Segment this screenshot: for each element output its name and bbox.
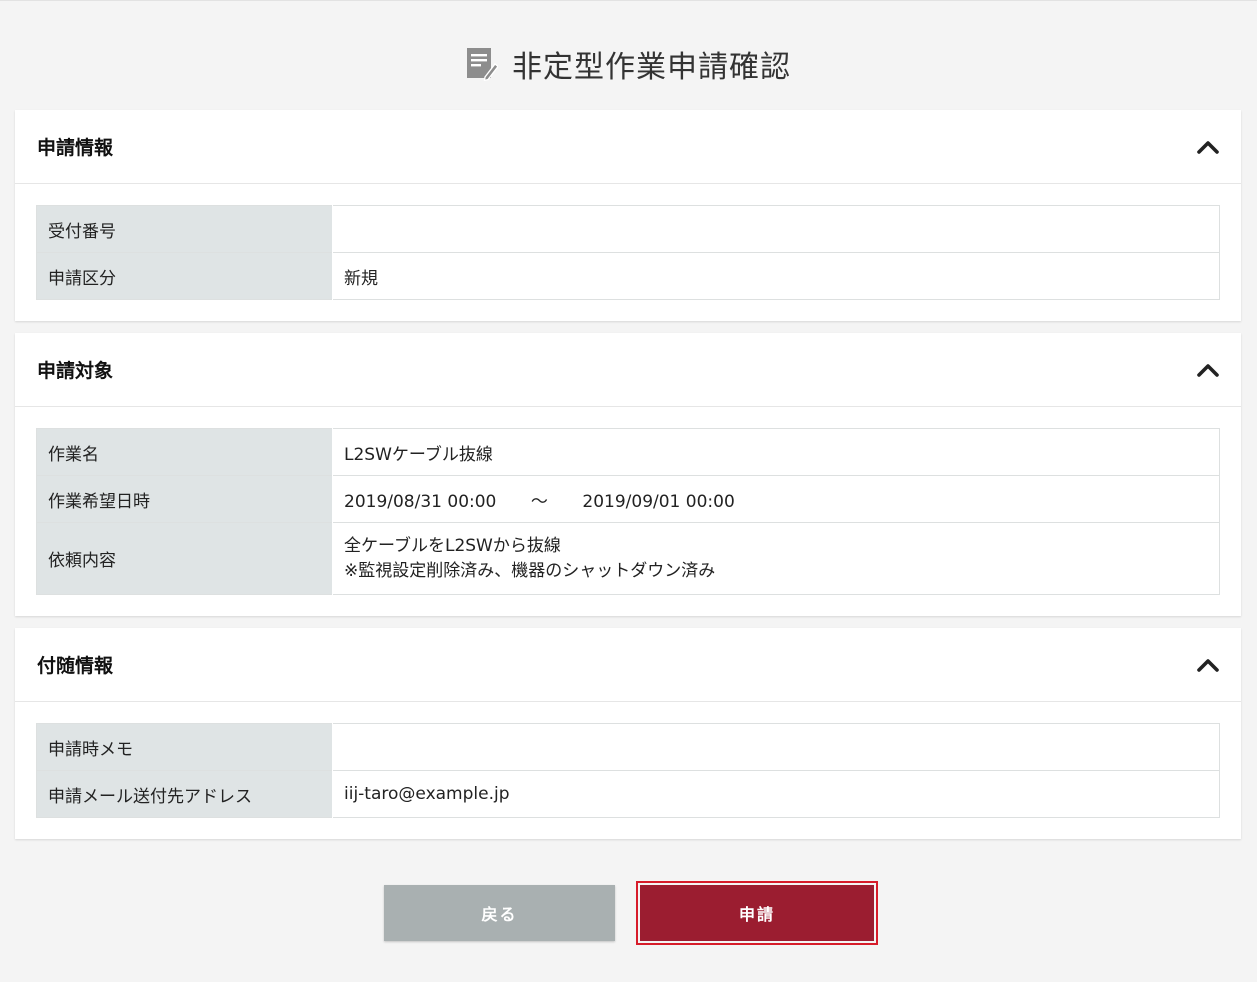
end-datetime: 2019/09/01 00:00 [582, 491, 735, 512]
info-table: 作業名 L2SWケーブル抜線 作業希望日時 2019/08/31 00:00 ～ 2… [36, 428, 1220, 595]
table-row: 申請時メモ [36, 723, 1220, 771]
work-name-value: L2SWケーブル抜線 [344, 444, 493, 465]
info-table: 申請時メモ 申請メール送付先アドレス iij-taro@example.jp [36, 723, 1220, 818]
chevron-up-icon[interactable] [1195, 652, 1221, 678]
start-datetime: 2019/08/31 00:00 [344, 491, 497, 512]
section-title: 申請対象 [37, 360, 114, 382]
row-label: 受付番号 [36, 205, 333, 253]
desired-datetime-value: 2019/08/31 00:00 ～ 2019/09/01 00:00 [332, 475, 1220, 523]
row-label: 依頼内容 [36, 522, 333, 595]
table-row: 申請メール送付先アドレス iij-taro@example.jp [36, 770, 1220, 818]
section-header: 申請情報 [15, 110, 1241, 184]
row-label: 申請区分 [36, 252, 333, 300]
section-application-info: 申請情報 受付番号 申請区分 新規 [15, 110, 1241, 321]
table-row: 受付番号 [36, 205, 1220, 253]
section-header: 付随情報 [15, 628, 1241, 702]
action-buttons: 戻る 申請 [0, 881, 1257, 945]
row-label: 作業希望日時 [36, 475, 333, 523]
section-supplementary-info: 付随情報 申請時メモ 申請メール送付先アドレス iij-taro@example… [15, 628, 1241, 839]
section-application-target: 申請対象 作業名 L2SWケーブル抜線 作業希望日時 2019/08/31 00… [15, 333, 1241, 616]
page-header: 非定型作業申請確認 [0, 1, 1257, 109]
row-label: 作業名 [36, 428, 333, 476]
chevron-up-icon[interactable] [1195, 357, 1221, 383]
range-separator: ～ [530, 491, 548, 512]
document-edit-icon [467, 48, 498, 81]
table-row: 作業希望日時 2019/08/31 00:00 ～ 2019/09/01 00:00 [36, 475, 1220, 523]
request-content-line: 全ケーブルをL2SWから抜線 [344, 535, 561, 556]
email-address-value: iij-taro@example.jp [332, 770, 1220, 818]
request-content-value: 全ケーブルをL2SWから抜線 ※監視設定削除済み、機器のシャットダウン済み [332, 522, 1220, 595]
apply-button[interactable]: 申請 [640, 885, 874, 941]
section-header: 申請対象 [15, 333, 1241, 407]
row-label: 申請時メモ [36, 723, 333, 771]
application-type-value: 新規 [332, 252, 1220, 300]
back-button[interactable]: 戻る [384, 885, 615, 941]
receipt-number-value [333, 206, 1220, 253]
section-title: 申請情報 [37, 137, 114, 159]
chevron-up-icon[interactable] [1195, 134, 1221, 160]
page-title: 非定型作業申請確認 [512, 50, 791, 85]
apply-button-focus-ring: 申請 [636, 881, 878, 945]
table-row: 作業名 L2SWケーブル抜線 [36, 428, 1220, 476]
section-title: 付随情報 [37, 655, 114, 677]
request-content-line: ※監視設定削除済み、機器のシャットダウン済み [344, 560, 716, 581]
table-row: 申請区分 新規 [36, 252, 1220, 300]
table-row: 依頼内容 全ケーブルをL2SWから抜線 ※監視設定削除済み、機器のシャットダウン… [36, 522, 1220, 595]
memo-value [333, 724, 1220, 771]
info-table: 受付番号 申請区分 新規 [36, 205, 1220, 300]
row-label: 申請メール送付先アドレス [36, 770, 333, 818]
